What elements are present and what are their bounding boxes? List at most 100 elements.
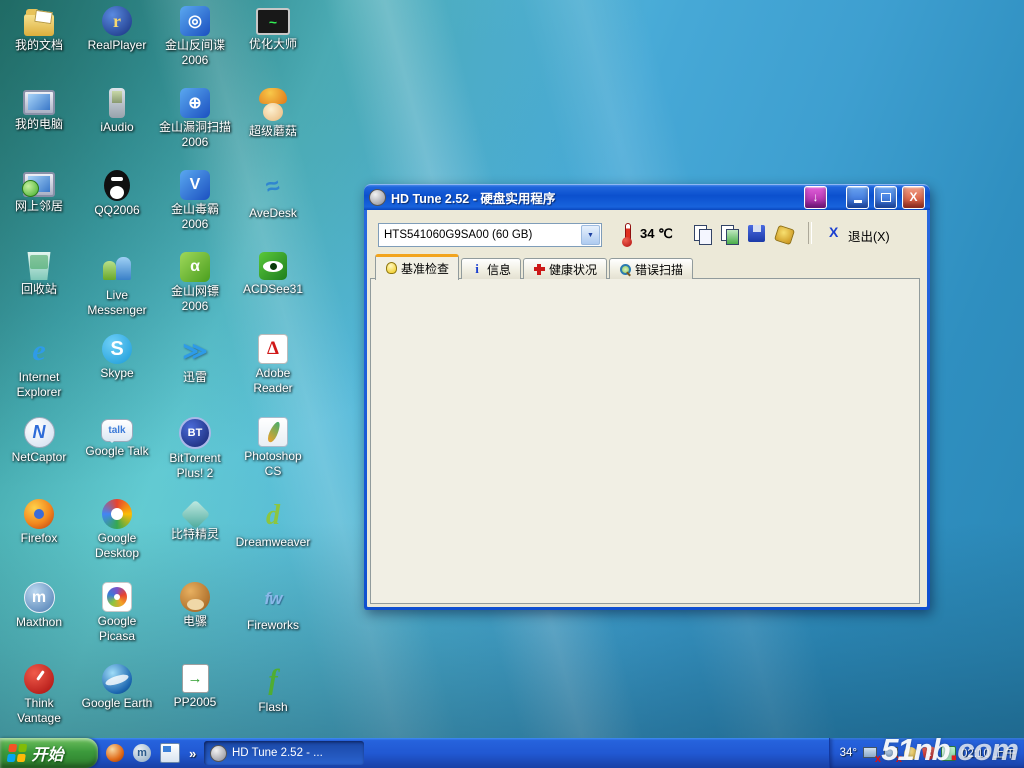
desktop-icon-my-documents[interactable]: 我的文档	[1, 6, 77, 53]
tab-benchmark[interactable]: 基准检查	[375, 254, 459, 280]
desktop-icon-label: PP2005	[174, 695, 217, 710]
desktop-icon-internet-explorer[interactable]: eInternet Explorer	[1, 334, 77, 400]
desktop-icon-label: Flash	[258, 700, 287, 715]
save-icon[interactable]	[745, 222, 769, 246]
copy-image-icon[interactable]	[718, 222, 742, 246]
fireworks-icon: fw	[256, 582, 290, 616]
device-disconnected-icon[interactable]	[883, 746, 899, 761]
desktop-icon-label: Google Picasa	[79, 614, 155, 644]
window-client-area: HTS541060G9SA00 (60 GB) ▼ 34 ℃ X 退出(X) 基…	[367, 210, 927, 607]
emule-icon	[180, 582, 210, 612]
drive-temperature: 34 ℃	[640, 226, 673, 242]
desktop-icon-flash[interactable]: f Flash	[235, 664, 311, 715]
close-button[interactable]: X	[902, 186, 925, 209]
desktop-icon-google-talk[interactable]: talk Google Talk	[79, 417, 155, 459]
quicklaunch-overflow-chevron[interactable]: »	[189, 746, 196, 761]
desktop-icon-label: AveDesk	[249, 206, 297, 221]
desktop-icon-adobe-reader[interactable]: ΔAdobe Reader	[235, 334, 311, 396]
desktop-icon-skype[interactable]: SSkype	[79, 334, 155, 381]
drive-select-dropdown[interactable]: HTS541060G9SA00 (60 GB) ▼	[378, 223, 602, 247]
optimize-master-icon: ~	[256, 8, 290, 35]
thinkvantage-icon	[24, 664, 54, 694]
security-shield-icon[interactable]: x	[922, 746, 936, 761]
desktop-icon-photoshop[interactable]: Photoshop CS	[235, 417, 311, 479]
kingsoft-vulnscan-icon: ⊕	[180, 88, 210, 118]
desktop-icon-google-earth[interactable]: Google Earth	[79, 664, 155, 711]
desktop-icon-netcaptor[interactable]: NNetCaptor	[1, 417, 77, 465]
desktop-icon-optimize-master[interactable]: ~ 优化大师	[235, 6, 311, 52]
tab-label: 信息	[487, 261, 511, 278]
desktop-icon-kingsoft-vulnscan[interactable]: ⊕金山漏洞扫描 2006	[157, 88, 233, 150]
tray-clock[interactable]: 02:10 上午	[961, 745, 1016, 761]
desktop-icon-kingsoft-antivirus[interactable]: V金山毒霸 2006	[157, 170, 233, 232]
exit-button[interactable]: 退出(X)	[848, 226, 890, 245]
google-talk-icon: talk	[101, 419, 133, 442]
desktop-icon-iaudio[interactable]: iAudio	[79, 88, 155, 135]
messenger-tray-icon[interactable]	[941, 746, 956, 761]
desktop-icon-my-computer[interactable]: 我的电脑	[1, 88, 77, 132]
desktop-icon-firefox[interactable]: Firefox	[1, 499, 77, 546]
copy-text-icon[interactable]	[691, 222, 715, 246]
desktop-icon-live-messenger[interactable]: Live Messenger	[79, 252, 155, 318]
tab-health[interactable]: 健康状况	[523, 258, 607, 279]
dreamweaver-icon: d	[256, 499, 290, 533]
maxthon-icon: m	[24, 582, 55, 613]
desktop-icon-network-places[interactable]: 网上邻居	[1, 170, 77, 214]
yellow-status-icon[interactable]	[904, 747, 917, 760]
tab-error-scan[interactable]: 错误扫描	[609, 258, 693, 279]
quicklaunch-mail-icon[interactable]	[160, 743, 180, 763]
desktop-icon-pp2005[interactable]: →PP2005	[157, 664, 233, 710]
hdtune-app-icon	[369, 189, 386, 206]
network-disconnected-icon[interactable]	[862, 746, 878, 761]
desktop-icon-google-desktop[interactable]: Google Desktop	[79, 499, 155, 561]
desktop-icon-label: Maxthon	[16, 615, 62, 630]
tab-info[interactable]: i 信息	[461, 258, 521, 279]
desktop-icon-thunder[interactable]: ≫迅雷	[157, 334, 233, 385]
quicklaunch-maxthon-icon[interactable]: m	[133, 744, 151, 762]
google-earth-icon	[102, 664, 132, 694]
desktop-icon-label: 回收站	[21, 282, 57, 297]
live-messenger-icon	[100, 252, 134, 286]
tab-label: 健康状况	[549, 261, 597, 278]
desktop-icon-kingsoft-firewall[interactable]: α金山网镖 2006	[157, 252, 233, 314]
flash-icon: f	[256, 664, 290, 698]
recycle-bin-icon	[26, 252, 52, 280]
start-menu-button[interactable]: 开始	[0, 738, 98, 768]
taskbar-button-hdtune[interactable]: HD Tune 2.52 - ...	[204, 741, 364, 765]
realplayer-icon: r	[102, 6, 132, 36]
desktop-icon-label: Internet Explorer	[1, 370, 77, 400]
google-desktop-icon	[102, 499, 132, 529]
download-arrow-button[interactable]: ↓	[804, 186, 827, 209]
maximize-button[interactable]	[874, 186, 897, 209]
desktop-icon-label: 优化大师	[249, 37, 297, 52]
desktop-icon-realplayer[interactable]: r RealPlayer	[79, 6, 155, 53]
desktop-icon-bittorrent[interactable]: BTBitTorrent Plus! 2	[157, 417, 233, 481]
desktop-icon-thinkvantage[interactable]: Think Vantage	[1, 664, 77, 726]
taskbar: 开始 m » HD Tune 2.52 - ... 34° x 02:10 上午	[0, 738, 1024, 768]
netcaptor-icon: N	[24, 417, 55, 448]
desktop-icon-avedesk[interactable]: ≈AveDesk	[235, 170, 311, 221]
desktop-icon-recycle-bin[interactable]: 回收站	[1, 252, 77, 297]
settings-icon[interactable]	[772, 222, 796, 246]
desktop-icon-qq[interactable]: QQ2006	[79, 170, 155, 218]
minimize-icon	[854, 200, 862, 203]
chevron-down-icon[interactable]: ▼	[581, 225, 600, 245]
minimize-button[interactable]	[846, 186, 869, 209]
quicklaunch-browser-ball-icon[interactable]	[106, 744, 124, 762]
desktop-icon-emule[interactable]: 电骡	[157, 582, 233, 629]
desktop-icon-kingsoft-antispy[interactable]: ◎金山反间谍 2006	[157, 6, 233, 68]
titlebar[interactable]: HD Tune 2.52 - 硬盘实用程序 ↓ X	[364, 184, 930, 210]
desktop-icon-fireworks[interactable]: fwFireworks	[235, 582, 311, 633]
desktop-icon-dreamweaver[interactable]: dDreamweaver	[235, 499, 311, 550]
thermometer-icon	[622, 223, 632, 247]
desktop-icon-maxthon[interactable]: m Maxthon	[1, 582, 77, 630]
hdtune-window: HD Tune 2.52 - 硬盘实用程序 ↓ X HTS541060G9SA0…	[364, 184, 930, 610]
desktop-icon-label: Google Talk	[85, 444, 148, 459]
desktop-icon-super-mushroom[interactable]: 超级蘑菇	[235, 88, 311, 139]
exit-x-icon[interactable]: X	[829, 224, 838, 240]
desktop-icon-label: RealPlayer	[88, 38, 147, 53]
bitspirit-icon	[180, 500, 210, 530]
desktop-icon-bitspirit[interactable]: 比特精灵	[157, 499, 233, 542]
desktop-icon-google-picasa[interactable]: Google Picasa	[79, 582, 155, 644]
desktop-icon-acdsee[interactable]: ACDSee31	[235, 252, 311, 297]
